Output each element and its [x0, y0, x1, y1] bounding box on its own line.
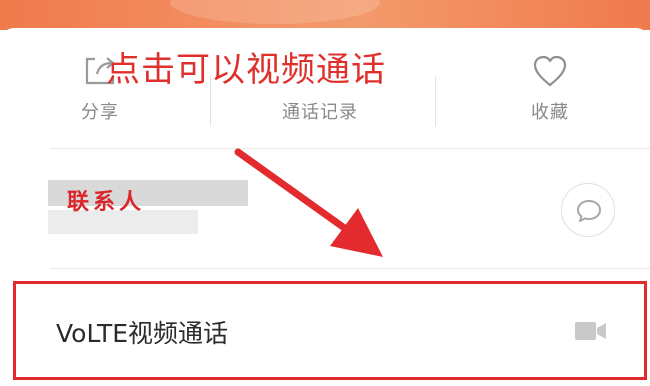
volte-video-call-label: VoLTE视频通话: [56, 319, 229, 348]
volte-video-call-row[interactable]: VoLTE视频通话: [13, 281, 647, 380]
video-camera-icon: [575, 322, 606, 340]
